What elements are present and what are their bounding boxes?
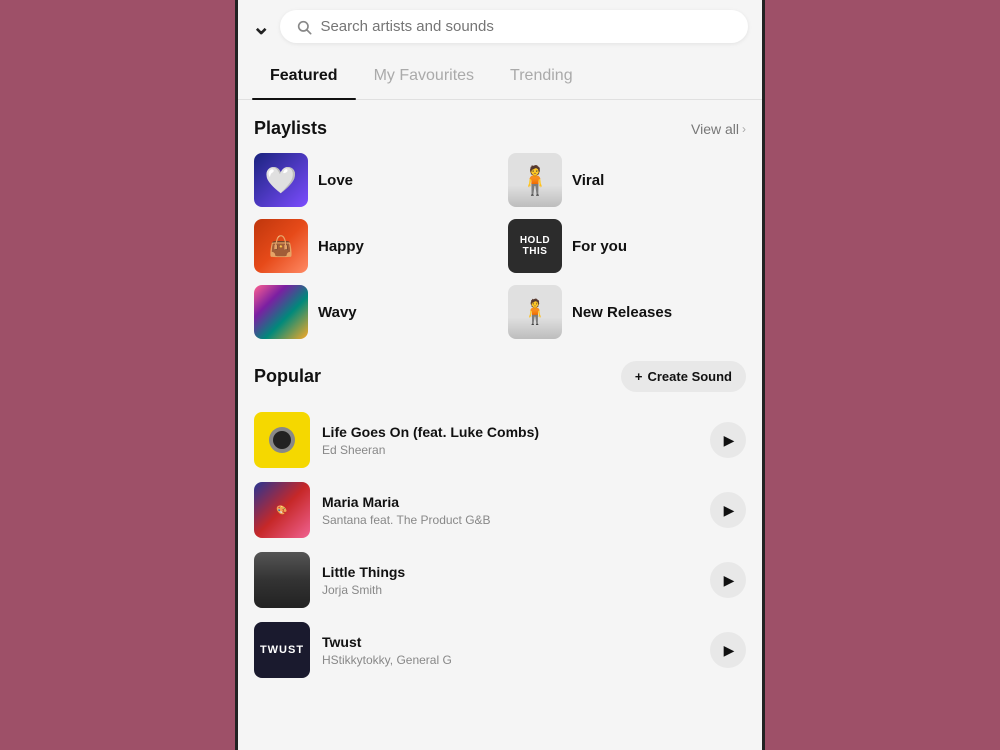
play-icon: ▶	[724, 502, 735, 519]
view-all-button[interactable]: View all ›	[691, 121, 746, 137]
happy-inner: 👜	[254, 219, 308, 273]
playlist-name-happy: Happy	[318, 238, 364, 255]
track-name-littlethings: Little Things	[322, 564, 698, 580]
search-bar-row: ⌄	[238, 0, 762, 53]
play-icon: ▶	[724, 432, 735, 449]
play-icon: ▶	[724, 572, 735, 589]
play-button-mariamaria[interactable]: ▶	[710, 492, 746, 528]
tab-trending[interactable]: Trending	[492, 53, 591, 99]
track-info-lifegoeson: Life Goes On (feat. Luke Combs) Ed Sheer…	[322, 424, 698, 457]
table-row[interactable]: TWUST Twust HStikkytokky, General G ▶	[254, 616, 746, 684]
track-thumb-twust: TWUST	[254, 622, 310, 678]
playlists-grid: 🤍 Love 🧍 Viral 👜 Happy	[254, 153, 746, 339]
playlist-thumb-love: 🤍	[254, 153, 308, 207]
track-info-twust: Twust HStikkytokky, General G	[322, 634, 698, 667]
track-name-mariamaria: Maria Maria	[322, 494, 698, 510]
track-info-mariamaria: Maria Maria Santana feat. The Product G&…	[322, 494, 698, 527]
playlist-name-viral: Viral	[572, 172, 604, 189]
play-icon: ▶	[724, 642, 735, 659]
tabs-row: Featured My Favourites Trending	[238, 53, 762, 100]
list-item[interactable]: Wavy	[254, 285, 492, 339]
track-artist-lifegoeson: Ed Sheeran	[322, 443, 698, 457]
table-row[interactable]: 🎨 Maria Maria Santana feat. The Product …	[254, 476, 746, 544]
wavy-colors	[254, 285, 308, 339]
playlist-thumb-foryou: HOLDTHIS	[508, 219, 562, 273]
track-artist-twust: HStikkytokky, General G	[322, 653, 698, 667]
playlists-title: Playlists	[254, 118, 327, 139]
twust-label: TWUST	[260, 644, 304, 656]
lifegoeson-inner	[254, 412, 310, 468]
track-info-littlethings: Little Things Jorja Smith	[322, 564, 698, 597]
playlist-name-wavy: Wavy	[318, 304, 357, 321]
foryou-text: HOLDTHIS	[520, 235, 550, 257]
content-area: Playlists View all › 🤍 Love 🧍 Viral	[238, 100, 762, 684]
table-row[interactable]: Little Things Jorja Smith ▶	[254, 546, 746, 614]
track-list: Life Goes On (feat. Luke Combs) Ed Sheer…	[254, 406, 746, 684]
view-all-label: View all	[691, 121, 739, 137]
search-bar[interactable]	[280, 10, 748, 43]
lifegoeson-dot	[273, 431, 291, 449]
table-row[interactable]: Life Goes On (feat. Luke Combs) Ed Sheer…	[254, 406, 746, 474]
track-artist-littlethings: Jorja Smith	[322, 583, 698, 597]
track-artist-mariamaria: Santana feat. The Product G&B	[322, 513, 698, 527]
new-releases-photo: 🧍	[508, 285, 562, 339]
search-icon	[296, 19, 312, 35]
mariamaria-inner: 🎨	[254, 482, 310, 538]
phone-container: ⌄ Featured My Favourites Trending Playli…	[235, 0, 765, 750]
plus-icon: +	[635, 369, 643, 384]
chevron-right-icon: ›	[742, 122, 746, 136]
list-item[interactable]: 🤍 Love	[254, 153, 492, 207]
list-item[interactable]: 👜 Happy	[254, 219, 492, 273]
playlist-thumb-newreleases: 🧍	[508, 285, 562, 339]
create-sound-label: Create Sound	[647, 369, 732, 384]
popular-title: Popular	[254, 366, 321, 387]
track-thumb-lifegoeson	[254, 412, 310, 468]
tab-myfavourites[interactable]: My Favourites	[356, 53, 492, 99]
list-item[interactable]: 🧍 Viral	[508, 153, 746, 207]
playlist-name-love: Love	[318, 172, 353, 189]
track-name-twust: Twust	[322, 634, 698, 650]
create-sound-button[interactable]: + Create Sound	[621, 361, 746, 392]
play-button-littlethings[interactable]: ▶	[710, 562, 746, 598]
track-name-lifegoeson: Life Goes On (feat. Luke Combs)	[322, 424, 698, 440]
list-item[interactable]: HOLDTHIS For you	[508, 219, 746, 273]
play-button-twust[interactable]: ▶	[710, 632, 746, 668]
tab-featured[interactable]: Featured	[252, 53, 356, 99]
playlist-name-newreleases: New Releases	[572, 304, 672, 321]
playlist-thumb-wavy	[254, 285, 308, 339]
popular-header: Popular + Create Sound	[254, 361, 746, 392]
track-thumb-mariamaria: 🎨	[254, 482, 310, 538]
list-item[interactable]: 🧍 New Releases	[508, 285, 746, 339]
popular-section: Popular + Create Sound Life Goes On (fea…	[254, 361, 746, 684]
playlist-thumb-viral: 🧍	[508, 153, 562, 207]
play-button-lifegoeson[interactable]: ▶	[710, 422, 746, 458]
back-arrow-icon[interactable]: ⌄	[252, 14, 270, 40]
playlist-name-foryou: For you	[572, 238, 627, 255]
viral-photo: 🧍	[508, 153, 562, 207]
playlists-header: Playlists View all ›	[254, 118, 746, 139]
playlist-thumb-happy: 👜	[254, 219, 308, 273]
track-thumb-littlethings	[254, 552, 310, 608]
search-input[interactable]	[320, 18, 732, 35]
littlethings-inner	[254, 552, 310, 608]
